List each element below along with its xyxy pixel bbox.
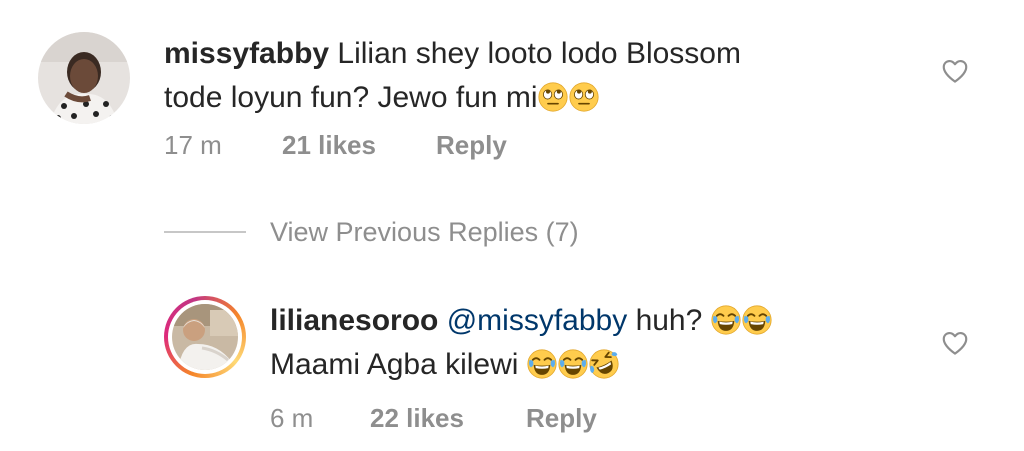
reply-button[interactable]: Reply [436, 130, 507, 160]
reply-likes[interactable]: 22 likes [370, 403, 464, 433]
face-with-tears-of-joy-icon [742, 305, 772, 335]
reply-text: lilianesoroo @missyfabby huh? Maami Agba… [270, 299, 920, 387]
reply-timestamp: 6 m [270, 403, 314, 433]
avatar[interactable] [38, 32, 130, 124]
avatar[interactable] [172, 304, 238, 370]
comment-timestamp: 17 m [164, 130, 222, 160]
reply-body-line1: huh? [635, 304, 703, 337]
story-ring[interactable] [164, 296, 246, 378]
face-with-tears-of-joy-icon [711, 305, 741, 335]
comment-likes[interactable]: 21 likes [282, 130, 376, 160]
reply-button[interactable]: Reply [526, 403, 597, 433]
heart-icon[interactable] [940, 328, 970, 358]
comment-body-line1: Lilian shey looto lodo Blossom [337, 37, 741, 70]
reply-body-line2: Maami Agba kilewi [270, 348, 519, 381]
rolling-on-the-floor-laughing-icon [589, 349, 619, 379]
heart-icon[interactable] [940, 56, 970, 86]
mention-link[interactable]: @missyfabby [447, 304, 628, 337]
face-with-rolling-eyes-icon [537, 82, 568, 112]
comment-text: missyfabby Lilian shey looto lodo Blosso… [164, 32, 904, 120]
comment-username[interactable]: missyfabby [164, 37, 329, 70]
divider-line [164, 231, 246, 233]
comment-body-line2: tode loyun fun? Jewo fun mi [164, 81, 538, 114]
face-with-tears-of-joy-icon [527, 349, 557, 379]
reply-username[interactable]: lilianesoroo [270, 304, 438, 337]
comment-thread: missyfabby Lilian shey looto lodo Blosso… [0, 0, 1024, 451]
face-with-rolling-eyes-icon [568, 82, 599, 112]
face-with-tears-of-joy-icon [558, 349, 588, 379]
view-previous-replies-button[interactable]: View Previous Replies (7) [270, 216, 579, 248]
